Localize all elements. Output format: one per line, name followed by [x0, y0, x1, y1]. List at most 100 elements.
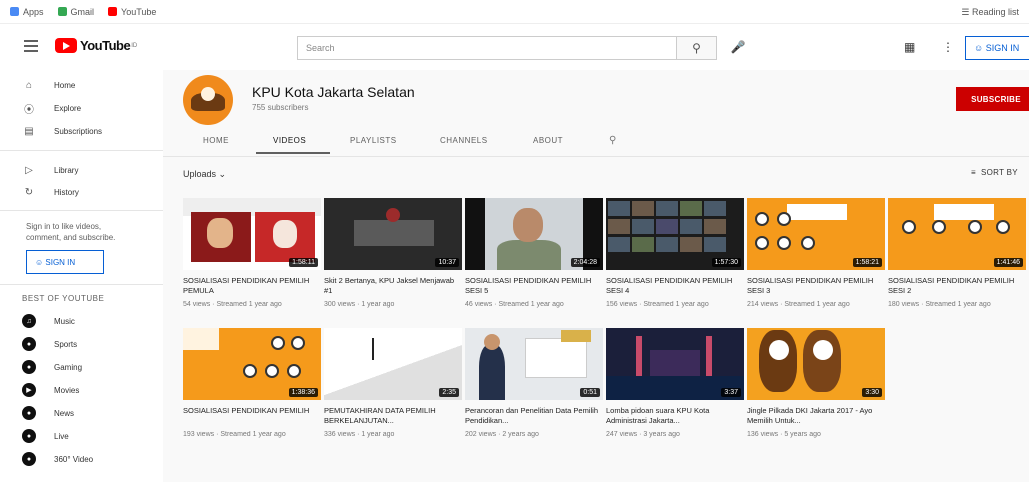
reading-list[interactable]: ☰ Reading list [961, 7, 1019, 18]
channel-tabs: HOME VIDEOS PLAYLISTS CHANNELS ABOUT ⚲ [163, 130, 1029, 156]
video-meta: 180 views · Streamed 1 year ago [888, 301, 991, 308]
settings-dots-icon[interactable]: ⋮ [942, 40, 954, 54]
video-thumbnail[interactable]: 1:58:21 [747, 198, 885, 270]
sidebar-item-live[interactable]: ● Live [0, 425, 163, 447]
360-video-icon: ● [22, 452, 36, 466]
video-thumbnail[interactable]: 1:58:11 [183, 198, 321, 270]
video-card[interactable]: 1:58:11 SOSIALISASI PENDIDIKAN PEMILIH P… [183, 198, 323, 308]
search-icon: ⚲ [692, 41, 701, 55]
subscribe-button[interactable]: SUBSCRIBE [956, 87, 1029, 111]
video-title[interactable]: Perancoran dan Penelitian Data Pemilih P… [465, 406, 599, 426]
sidebar-item-sports[interactable]: ● Sports [0, 333, 163, 355]
uploads-dropdown[interactable]: Uploads ⌄ [183, 169, 226, 180]
video-duration: 3:30 [862, 388, 882, 397]
video-title[interactable]: SOSIALISASI PENDIDIKAN PEMILIH SESI 2 [888, 276, 1022, 296]
video-duration: 1:57:30 [711, 258, 741, 267]
sidebar-item-gaming[interactable]: ● Gaming [0, 356, 163, 378]
video-title[interactable]: Skit 2 Bertanya, KPU Jaksel Menjawab #1 [324, 276, 458, 296]
video-thumbnail[interactable]: 10:37 [324, 198, 462, 270]
sidebar-divider [0, 210, 163, 211]
video-duration: 1:58:11 [289, 258, 318, 267]
sidebar-item-music[interactable]: ♫ Music [0, 310, 163, 332]
video-meta: 54 views · Streamed 1 year ago [183, 301, 282, 308]
sidebar-item-home[interactable]: ⌂ Home [0, 74, 163, 96]
chevron-down-icon: ⌄ [218, 169, 227, 179]
sidebar-item-360-video[interactable]: ● 360° Video [0, 448, 163, 470]
tab-videos[interactable]: VIDEOS [273, 136, 306, 145]
video-title[interactable]: SOSIALISASI PENDIDIKAN PEMILIH SESI 4 [606, 276, 740, 296]
reading-list-icon: ☰ [961, 7, 972, 17]
sidebar-item-movies[interactable]: ▶ Movies [0, 379, 163, 401]
movies-icon: ▶ [22, 383, 36, 397]
tab-home[interactable]: HOME [203, 136, 229, 145]
video-thumbnail[interactable]: 1:38:36 [183, 328, 321, 400]
sidebar-item-subscriptions[interactable]: ▤ Subscriptions [0, 120, 163, 142]
video-card[interactable]: 3:30 Jingle Pilkada DKI Jakarta 2017 - A… [747, 328, 887, 438]
video-duration: 1:58:21 [852, 258, 882, 267]
video-duration: 1:41:46 [993, 258, 1023, 267]
channel-search-icon[interactable]: ⚲ [609, 135, 616, 146]
apps-icon[interactable]: ▦ [904, 40, 915, 54]
video-title[interactable]: SOSIALISASI PENDIDIKAN PEMILIH SESI 3 [747, 276, 881, 296]
sidebar-item-history[interactable]: ↻ History [0, 181, 163, 203]
video-card[interactable]: 1:38:36 SOSIALISASI PENDIDIKAN PEMILIH 1… [183, 328, 323, 438]
video-card[interactable]: 1:58:21 SOSIALISASI PENDIDIKAN PEMILIH S… [747, 198, 887, 308]
video-duration: 2:35 [439, 388, 459, 397]
video-thumbnail[interactable]: 1:57:30 [606, 198, 744, 270]
music-icon: ♫ [22, 314, 36, 328]
bookmarks-bar: Apps Gmail YouTube ☰ Reading list [0, 0, 1029, 24]
video-duration: 3:37 [721, 388, 741, 397]
youtube-logo[interactable]: YouTube ID [55, 38, 137, 53]
sidebar-item-library[interactable]: ▷ Library [0, 159, 163, 181]
bookmark-gmail[interactable]: Gmail [57, 7, 94, 17]
video-title[interactable]: Jingle Pilkada DKI Jakarta 2017 - Ayo Me… [747, 406, 881, 426]
video-card[interactable]: 1:41:46 SOSIALISASI PENDIDIKAN PEMILIH S… [888, 198, 1028, 308]
sidebar-item-explore[interactable]: ⦿ Explore [0, 97, 163, 119]
video-card[interactable]: 3:37 Lomba pidoan suara KPU Kota Adminis… [606, 328, 746, 438]
sign-in-button[interactable]: ☺ SIGN IN [965, 36, 1029, 60]
sidebar: ⌂ Home ⦿ Explore ▤ Subscriptions ▷ Library ↻… [0, 70, 163, 482]
menu-icon[interactable] [24, 40, 38, 52]
video-thumbnail[interactable]: 1:41:46 [888, 198, 1026, 270]
video-card[interactable]: 10:37 Skit 2 Bertanya, KPU Jaksel Menjaw… [324, 198, 464, 308]
tabs-divider [163, 156, 1029, 157]
tab-about[interactable]: ABOUT [533, 136, 563, 145]
sort-by-button[interactable]: ≡ SORT BY [971, 168, 1018, 177]
tab-channels[interactable]: CHANNELS [440, 136, 488, 145]
video-title[interactable]: Lomba pidoan suara KPU Kota Administrasi… [606, 406, 740, 426]
video-thumbnail[interactable]: 3:30 [747, 328, 885, 400]
sidebar-sign-in-button[interactable]: ☺ SIGN IN [26, 250, 104, 274]
sidebar-item-news[interactable]: ● News [0, 402, 163, 424]
bookmark-apps[interactable]: Apps [10, 7, 44, 17]
video-duration: 0:51 [580, 388, 600, 397]
video-card[interactable]: 0:51 Perancoran dan Penelitian Data Pemi… [465, 328, 605, 438]
account-icon: ☺ [35, 257, 46, 267]
history-icon: ↻ [24, 186, 34, 198]
video-meta: 214 views · Streamed 1 year ago [747, 301, 850, 308]
search-button[interactable]: ⚲ [677, 36, 717, 60]
video-title[interactable]: SOSIALISASI PENDIDIKAN PEMILIH PEMULA [183, 276, 317, 296]
video-card[interactable]: 1:57:30 SOSIALISASI PENDIDIKAN PEMILIH S… [606, 198, 746, 308]
video-duration: 2:04:28 [570, 258, 600, 267]
video-thumbnail[interactable]: 2:04:28 [465, 198, 603, 270]
voice-search-button[interactable]: 🎤 [728, 37, 748, 57]
channel-name: KPU Kota Jakarta Selatan [252, 84, 415, 100]
video-thumbnail[interactable]: 3:37 [606, 328, 744, 400]
video-thumbnail[interactable]: 2:35 [324, 328, 462, 400]
news-icon: ● [22, 406, 36, 420]
video-title[interactable]: PEMUTAKHIRAN DATA PEMILIH BERKELANJUTAN.… [324, 406, 458, 426]
video-title[interactable]: SOSIALISASI PENDIDIKAN PEMILIH SESI 5 [465, 276, 599, 296]
tab-playlists[interactable]: PLAYLISTS [350, 136, 397, 145]
video-thumbnail[interactable]: 0:51 [465, 328, 603, 400]
video-meta: 136 views · 5 years ago [747, 431, 821, 438]
video-meta: 46 views · Streamed 1 year ago [465, 301, 564, 308]
bookmark-youtube[interactable]: YouTube [108, 7, 156, 17]
video-title[interactable]: SOSIALISASI PENDIDIKAN PEMILIH [183, 406, 317, 426]
video-card[interactable]: 2:35 PEMUTAKHIRAN DATA PEMILIH BERKELANJ… [324, 328, 464, 438]
compass-icon: ⦿ [24, 104, 34, 116]
video-card[interactable]: 2:04:28 SOSIALISASI PENDIDIKAN PEMILIH S… [465, 198, 605, 308]
channel-avatar[interactable] [183, 75, 233, 125]
gaming-icon: ● [22, 360, 36, 374]
search-input[interactable]: Search [297, 36, 677, 60]
apps-grid-icon [10, 7, 19, 16]
